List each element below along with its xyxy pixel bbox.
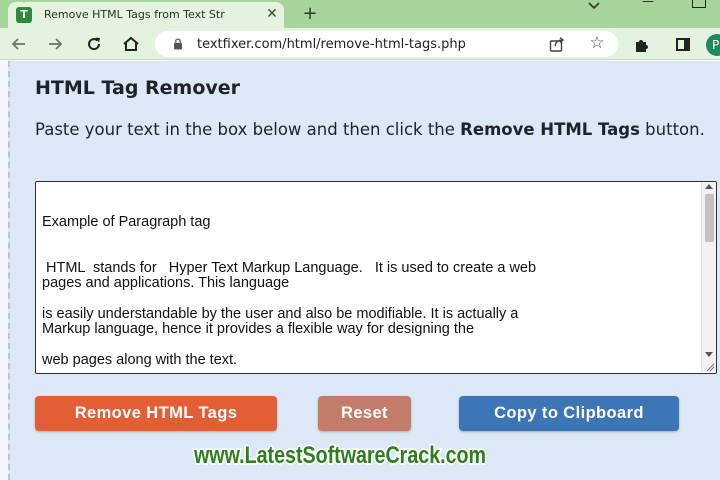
tab-search-chevron-icon[interactable] [585, 0, 603, 14]
share-icon[interactable] [548, 35, 566, 53]
text-input-area[interactable]: Example of Paragraph tag HTML stands for… [35, 181, 717, 374]
page-content: HTML Tag Remover Paste your text in the … [0, 61, 720, 480]
reload-icon [88, 37, 101, 51]
puzzle-icon[interactable] [633, 36, 651, 54]
profile-avatar[interactable]: P [706, 34, 720, 56]
resize-handle-icon[interactable] [705, 362, 715, 372]
scroll-down-icon[interactable] [705, 352, 713, 357]
browser-tab[interactable]: T Remove HTML Tags from Text Str ✕ [8, 2, 284, 28]
remove-html-tags-button[interactable]: Remove HTML Tags [35, 396, 277, 431]
home-button[interactable] [120, 33, 142, 55]
browser-toolbar: textfixer.com/html/remove-html-tags.php … [0, 28, 720, 60]
textarea-line: pages and applications. This language [42, 275, 290, 291]
scroll-up-icon[interactable] [705, 184, 713, 189]
instructions-bold: Remove HTML Tags [460, 120, 640, 139]
page-title: HTML Tag Remover [35, 77, 241, 99]
tool-card: HTML Tag Remover Paste your text in the … [8, 61, 720, 480]
instructions-suffix: button. [639, 120, 705, 139]
textarea-line: HTML stands for Hyper Text Markup Langua… [42, 260, 537, 276]
lock-icon[interactable] [173, 38, 183, 50]
textarea-line: Example of Paragraph tag [42, 214, 211, 230]
instructions-prefix: Paste your text in the box below and the… [35, 120, 461, 139]
tab-strip: T Remove HTML Tags from Text Str ✕ + — [0, 0, 720, 28]
copy-to-clipboard-button[interactable]: Copy to Clipboard [459, 396, 679, 431]
side-panel-icon[interactable] [676, 38, 690, 51]
textarea-line: Markup language, hence it provides a fle… [42, 321, 475, 337]
tab-close-icon[interactable]: ✕ [264, 6, 280, 22]
watermark-logo: www.LatestSoftwareCrack.com [191, 440, 487, 471]
tab-title: Remove HTML Tags from Text Str [44, 8, 225, 21]
arrow-right-icon [49, 38, 63, 50]
minimize-window-icon[interactable]: — [638, 0, 658, 10]
back-button[interactable] [8, 33, 30, 55]
tab-favicon-icon: T [16, 7, 32, 23]
maximize-window-icon[interactable] [692, 0, 706, 8]
reload-button[interactable] [83, 33, 105, 55]
textarea-line: web pages along with the text. [42, 352, 238, 368]
instructions-text: Paste your text in the box below and the… [35, 118, 715, 141]
forward-button[interactable] [44, 33, 66, 55]
textarea-scrollbar[interactable] [701, 182, 716, 372]
url-text[interactable]: textfixer.com/html/remove-html-tags.php [197, 37, 466, 52]
star-icon[interactable]: ☆ [587, 33, 607, 53]
textarea-line: is easily understandable by the user and… [42, 306, 519, 322]
home-icon [123, 36, 139, 51]
new-tab-button[interactable]: + [299, 3, 321, 25]
watermark-text: www.LatestSoftwareCrack.com [193, 442, 486, 469]
reset-button[interactable]: Reset [318, 396, 411, 431]
address-bar[interactable]: textfixer.com/html/remove-html-tags.php … [155, 31, 618, 57]
arrow-left-icon [11, 38, 25, 50]
scrollbar-thumb[interactable] [705, 194, 714, 242]
